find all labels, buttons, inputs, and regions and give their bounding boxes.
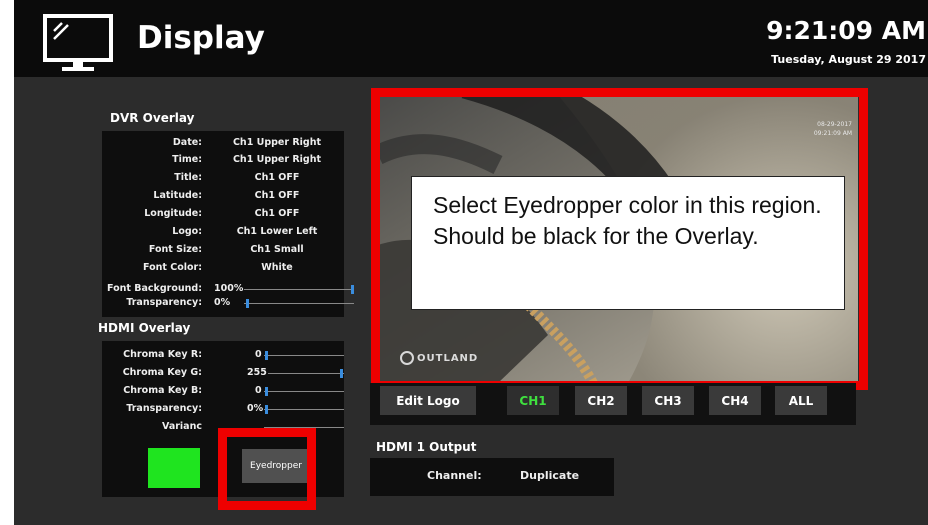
dvr-row-latitude[interactable]: Latitude: Ch1 OFF (102, 190, 342, 206)
eyedropper-highlight (218, 428, 316, 510)
slider-label: Font Background: (107, 283, 202, 294)
channel-button-ch1[interactable]: CH1 (507, 386, 559, 415)
chroma-key-r-slider[interactable]: Chroma Key R: 0 (102, 349, 344, 363)
dvr-row-time[interactable]: Time: Ch1 Upper Right (102, 154, 342, 170)
row-label: Latitude: (153, 190, 202, 201)
slider-label: Varianc (162, 421, 202, 432)
row-label: Title: (174, 172, 202, 183)
instruction-callout: Select Eyedropper color in this region. … (411, 176, 845, 310)
chroma-key-g-slider[interactable]: Chroma Key G: 255 (102, 367, 344, 381)
row-value: Ch1 Small (250, 244, 304, 255)
dvr-row-font-color[interactable]: Font Color: White (102, 262, 342, 278)
slider-value: 0 (255, 349, 262, 360)
slider-value: 100% (214, 283, 244, 294)
font-background-slider[interactable]: Font Background: 100% (102, 283, 354, 297)
slider-knob[interactable] (340, 369, 343, 378)
slider-track[interactable] (264, 355, 344, 356)
hdmi-output-panel: Channel: Duplicate (370, 458, 614, 496)
dvr-row-font-size[interactable]: Font Size: Ch1 Small (102, 244, 342, 260)
row-label: Longitude: (144, 208, 202, 219)
row-label: Font Color: (142, 262, 202, 273)
slider-knob[interactable] (265, 405, 268, 414)
slider-label: Chroma Key G: (122, 367, 202, 378)
row-label: Font Size: (148, 244, 202, 255)
dvr-row-date[interactable]: Date: Ch1 Upper Right (102, 137, 342, 153)
slider-knob[interactable] (265, 387, 268, 396)
display-screen: Display 9:21:09 AM Tuesday, August 29 20… (14, 0, 928, 525)
row-value: Ch1 OFF (254, 190, 300, 201)
slider-value: 0 (255, 385, 262, 396)
slider-knob[interactable] (246, 299, 249, 308)
row-value: Ch1 OFF (254, 172, 300, 183)
row-label: Date: (172, 137, 202, 148)
slider-label: Transparency: (126, 297, 202, 308)
monitor-icon (43, 14, 113, 71)
channel-button-ch3[interactable]: CH3 (642, 386, 694, 415)
channel-bar: Edit Logo CH1 CH2 CH3 CH4 ALL (370, 383, 856, 425)
slider-knob[interactable] (265, 351, 268, 360)
dvr-overlay-heading: DVR Overlay (110, 111, 195, 125)
dvr-row-title[interactable]: Title: Ch1 OFF (102, 172, 342, 188)
slider-label: Transparency: (126, 403, 202, 414)
row-label: Logo: (172, 226, 202, 237)
chroma-key-b-slider[interactable]: Chroma Key B: 0 (102, 385, 344, 399)
row-value: White (261, 262, 293, 273)
row-value: Ch1 Upper Right (232, 154, 322, 165)
page-title: Display (137, 20, 265, 56)
output-channel-value[interactable]: Duplicate (520, 469, 579, 482)
channel-label: Channel: (427, 469, 482, 482)
hdmi-output-heading: HDMI 1 Output (376, 440, 477, 454)
slider-track[interactable] (244, 289, 354, 290)
row-label: Time: (172, 154, 202, 165)
slider-value: 255 (247, 367, 267, 378)
clock: 9:21:09 AM (766, 16, 926, 45)
slider-knob[interactable] (351, 285, 354, 294)
hdmi-overlay-heading: HDMI Overlay (98, 321, 191, 335)
slider-label: Chroma Key B: (123, 385, 202, 396)
color-swatch (148, 448, 200, 488)
channel-button-all[interactable]: ALL (775, 386, 827, 415)
header-bar: Display 9:21:09 AM Tuesday, August 29 20… (14, 0, 928, 77)
slider-label: Chroma Key R: (123, 349, 202, 360)
channel-button-ch4[interactable]: CH4 (709, 386, 761, 415)
channel-button-ch2[interactable]: CH2 (575, 386, 627, 415)
slider-value: 0% (214, 297, 231, 308)
slider-track[interactable] (244, 303, 354, 304)
row-value: Ch1 Lower Left (236, 226, 318, 237)
slider-track[interactable] (268, 373, 344, 374)
slider-track[interactable] (264, 409, 344, 410)
date: Tuesday, August 29 2017 (771, 53, 926, 66)
dvr-transparency-slider[interactable]: Transparency: 0% (102, 297, 354, 311)
row-value: Ch1 OFF (254, 208, 300, 219)
row-value: Ch1 Upper Right (232, 137, 322, 148)
slider-value: 0% (247, 403, 264, 414)
hdmi-transparency-slider[interactable]: Transparency: 0% (102, 403, 344, 417)
slider-track[interactable] (264, 391, 344, 392)
edit-logo-button[interactable]: Edit Logo (380, 386, 476, 415)
dvr-row-longitude[interactable]: Longitude: Ch1 OFF (102, 208, 342, 224)
dvr-row-logo[interactable]: Logo: Ch1 Lower Left (102, 226, 342, 242)
dvr-overlay-panel: Date: Ch1 Upper Right Time: Ch1 Upper Righ… (102, 131, 354, 317)
